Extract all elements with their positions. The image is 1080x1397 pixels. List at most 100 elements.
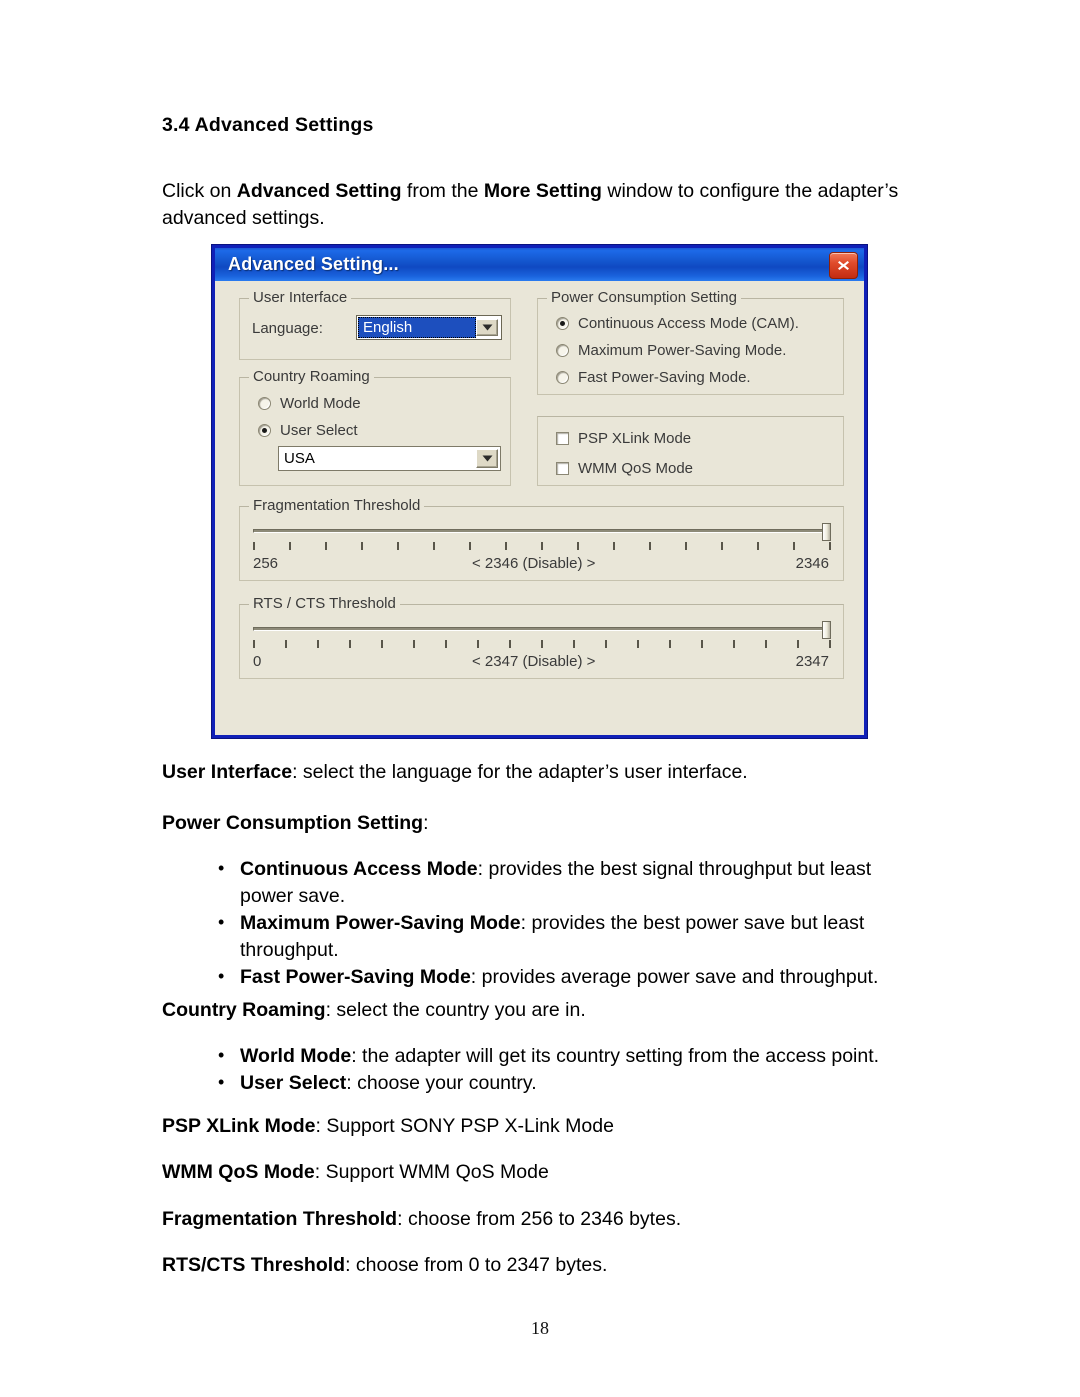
slider-tick <box>701 640 703 648</box>
intro-bold-more-setting: More Setting <box>483 180 602 202</box>
rts-cts-slider-thumb[interactable] <box>822 621 831 639</box>
intro-text-2: from the <box>401 180 484 202</box>
group-power-consumption: Power Consumption Setting Continuous Acc… <box>537 289 844 395</box>
group-modes: PSP XLink Mode WMM QoS Mode <box>537 416 844 486</box>
slider-tick <box>413 640 415 648</box>
document-page: 3.4 Advanced Settings Click on Advanced … <box>0 0 1080 1397</box>
slider-tick <box>797 640 799 648</box>
power-consumption-term: Power Consumption Setting <box>162 812 424 834</box>
slider-tick <box>509 640 511 648</box>
wmm-qos-definition: : Support WMM QoS Mode <box>314 1161 549 1183</box>
group-fragmentation-threshold-title: Fragmentation Threshold <box>249 497 425 514</box>
slider-tick <box>289 542 291 550</box>
slider-tick <box>253 640 255 648</box>
slider-tick <box>469 542 471 550</box>
country-roaming-definition: : select the country you are in. <box>325 999 586 1021</box>
chevron-down-icon[interactable] <box>476 319 498 336</box>
advanced-setting-dialog: Advanced Setting... User Interface Langu… <box>212 245 867 738</box>
slider-tick <box>477 640 479 648</box>
dialog-titlebar[interactable]: Advanced Setting... <box>212 245 867 281</box>
radio-user-select[interactable]: User Select <box>258 422 358 439</box>
user-interface-description: User Interface: select the language for … <box>162 759 922 786</box>
user-interface-term: User Interface <box>162 761 293 783</box>
rts-cts-definition: : choose from 0 to 2347 bytes. <box>345 1254 608 1276</box>
radio-user-select-indicator <box>258 424 271 437</box>
bullet-term: Maximum Power-Saving Mode <box>240 912 521 934</box>
group-fragmentation-threshold: Fragmentation Threshold 256 < 2346 (Disa… <box>239 497 844 581</box>
fragmentation-value-label: < 2346 (Disable) > <box>472 555 596 572</box>
psp-xlink-definition: : Support SONY PSP X-Link Mode <box>315 1115 614 1137</box>
slider-tick <box>317 640 319 648</box>
slider-tick <box>829 640 831 648</box>
rts-cts-description: RTS/CTS Threshold: choose from 0 to 2347… <box>162 1252 922 1279</box>
close-icon[interactable] <box>829 252 858 279</box>
radio-continuous-access-mode-label: Continuous Access Mode (CAM). <box>578 315 799 332</box>
language-combobox[interactable]: English <box>356 315 502 340</box>
slider-tick <box>397 542 399 550</box>
radio-world-mode[interactable]: World Mode <box>258 395 361 412</box>
slider-tick <box>605 640 607 648</box>
slider-tick <box>757 542 759 550</box>
fragmentation-slider-ticks <box>253 542 831 551</box>
bullet-text: : choose your country. <box>346 1072 537 1094</box>
fragmentation-slider-track[interactable] <box>253 529 831 533</box>
slider-tick <box>541 542 543 550</box>
slider-tick <box>325 542 327 550</box>
dialog-body: User Interface Language: English Country… <box>215 281 864 735</box>
slider-tick <box>613 542 615 550</box>
wmm-qos-term: WMM QoS Mode <box>162 1161 315 1183</box>
fragmentation-term: Fragmentation Threshold <box>162 1208 398 1230</box>
slider-tick <box>765 640 767 648</box>
rts-cts-slider-track[interactable] <box>253 627 831 631</box>
checkbox-psp-xlink-mode-label: PSP XLink Mode <box>578 430 692 447</box>
slider-tick <box>669 640 671 648</box>
group-user-interface: User Interface Language: English <box>239 289 511 360</box>
chevron-down-icon[interactable] <box>476 449 498 468</box>
checkbox-wmm-qos-mode-indicator <box>556 462 569 475</box>
slider-tick <box>577 542 579 550</box>
checkbox-wmm-qos-mode-label: WMM QoS Mode <box>578 460 694 477</box>
fragmentation-slider[interactable] <box>253 523 831 555</box>
radio-world-mode-indicator <box>258 397 271 410</box>
power-consumption-bullets: Continuous Access Mode: provides the bes… <box>162 855 922 991</box>
radio-world-mode-label: World Mode <box>280 395 361 412</box>
bullet-term: Continuous Access Mode <box>240 858 478 880</box>
language-label: Language: <box>252 320 323 337</box>
fragmentation-min-label: 256 <box>253 555 279 572</box>
fragmentation-description: Fragmentation Threshold: choose from 256… <box>162 1206 922 1233</box>
slider-tick <box>829 542 831 550</box>
intro-paragraph: Click on Advanced Setting from the More … <box>162 178 922 232</box>
checkbox-wmm-qos-mode[interactable]: WMM QoS Mode <box>556 460 693 477</box>
fragmentation-slider-thumb[interactable] <box>822 523 831 541</box>
radio-fast-power-saving-mode[interactable]: Fast Power-Saving Mode. <box>556 369 751 386</box>
rts-cts-max-label: 2347 <box>795 653 829 670</box>
fragmentation-max-label: 2346 <box>795 555 829 572</box>
bullet-text: : provides average power save and throug… <box>470 966 879 988</box>
slider-tick <box>649 542 651 550</box>
slider-tick <box>793 542 795 550</box>
country-combobox[interactable]: USA <box>278 446 501 471</box>
slider-tick <box>361 542 363 550</box>
slider-tick <box>433 542 435 550</box>
intro-bold-advanced-setting: Advanced Setting <box>236 180 402 202</box>
radio-user-select-label: User Select <box>280 422 358 439</box>
psp-xlink-description: PSP XLink Mode: Support SONY PSP X-Link … <box>162 1113 922 1140</box>
checkbox-psp-xlink-mode[interactable]: PSP XLink Mode <box>556 430 691 447</box>
slider-tick <box>505 542 507 550</box>
slider-tick <box>721 542 723 550</box>
slider-tick <box>445 640 447 648</box>
rts-cts-slider[interactable] <box>253 621 831 653</box>
language-combobox-value: English <box>358 317 476 338</box>
wmm-qos-description: WMM QoS Mode: Support WMM QoS Mode <box>162 1159 922 1186</box>
rts-cts-min-label: 0 <box>253 653 262 670</box>
radio-continuous-access-mode[interactable]: Continuous Access Mode (CAM). <box>556 315 799 332</box>
country-roaming-description: Country Roaming: select the country you … <box>162 997 922 1024</box>
slider-tick <box>685 542 687 550</box>
list-item: Fast Power-Saving Mode: provides average… <box>218 963 922 991</box>
power-consumption-colon: : <box>423 812 429 834</box>
radio-maximum-power-saving-mode[interactable]: Maximum Power-Saving Mode. <box>556 342 786 359</box>
country-roaming-term: Country Roaming <box>162 999 326 1021</box>
slider-tick <box>349 640 351 648</box>
group-country-roaming-title: Country Roaming <box>249 368 374 385</box>
rts-cts-slider-ticks <box>253 640 831 649</box>
